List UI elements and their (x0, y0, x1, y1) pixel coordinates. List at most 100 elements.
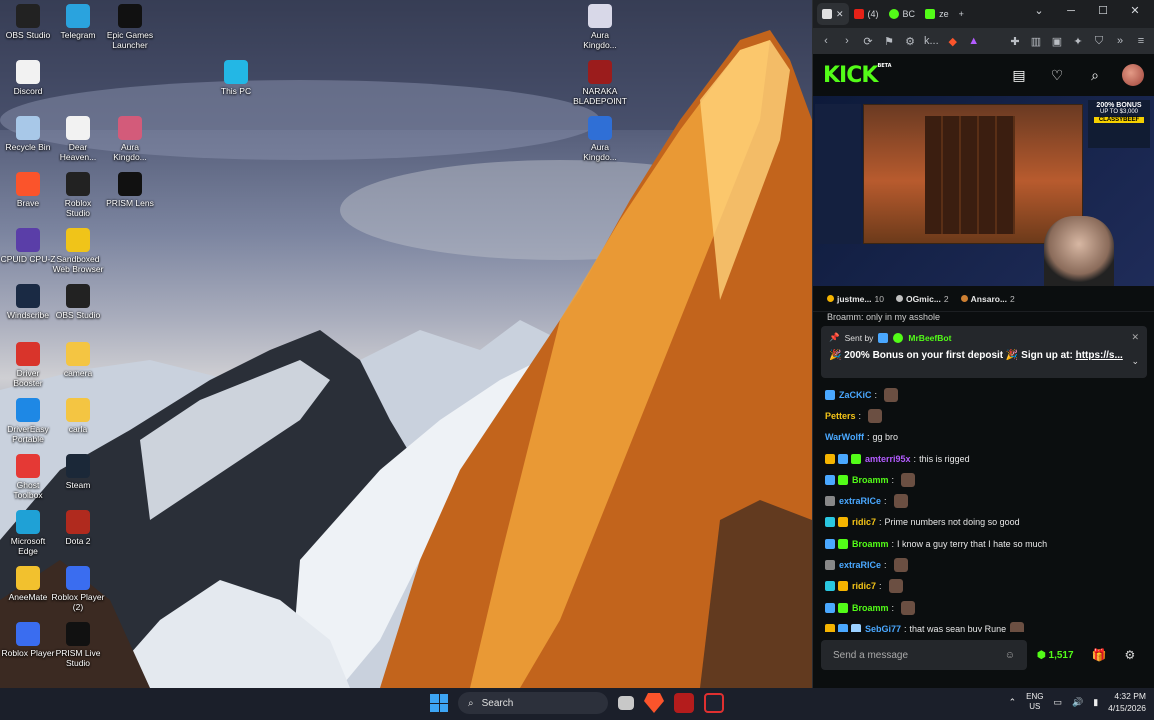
tab-bc[interactable]: BC (884, 3, 921, 25)
leaderboard-entry[interactable]: justme... 10 (827, 294, 884, 304)
desktop-icon[interactable]: Driver Booster (0, 342, 56, 388)
desktop-icon[interactable]: OBS Studio (0, 4, 56, 40)
extensions-icon[interactable]: ✚ (1008, 35, 1022, 48)
tab-youtube[interactable]: (4) (849, 3, 884, 25)
desktop-icon[interactable]: PRISM Live Studio (50, 622, 106, 668)
unpin-icon[interactable]: ✕ (1131, 332, 1139, 343)
taskbar-search[interactable]: ⌕ Search (458, 692, 608, 714)
battery-icon[interactable]: ▮ (1093, 697, 1098, 708)
desktop-icon[interactable]: Epic Games Launcher (102, 4, 158, 50)
tab-kick-2[interactable]: ze (920, 3, 954, 25)
send-message-input[interactable]: Send a message ☺ (821, 640, 1027, 670)
desktop-icon[interactable]: Dota 2 (50, 510, 106, 546)
tab-kick[interactable]: ✕ (817, 3, 849, 25)
reload-icon[interactable]: ⟳ (861, 35, 875, 48)
desktop-icon[interactable]: Aura Kingdo... (572, 116, 628, 162)
chat-username[interactable]: extraRICe (839, 560, 881, 570)
leaderboard-entry[interactable]: Ansaro... 2 (960, 294, 1015, 304)
desktop-icon[interactable]: Aura Kingdo... (572, 4, 628, 50)
wallet-icon[interactable]: ▣ (1050, 35, 1064, 48)
desktop-icon[interactable]: Recycle Bin (0, 116, 56, 152)
pinned-link[interactable]: https://s... (1076, 350, 1123, 361)
tray-overflow-chevron-icon[interactable]: ⌃ (1009, 697, 1017, 708)
maximize-button[interactable]: ☐ (1090, 4, 1116, 17)
desktop-icon[interactable]: Microsoft Edge (0, 510, 56, 556)
address-bar[interactable]: k... (924, 35, 939, 47)
gift-icon[interactable]: 🎁 (1092, 648, 1107, 662)
brave-icon[interactable] (644, 693, 664, 713)
desktop-icon[interactable]: CPUID CPU-Z (0, 228, 56, 264)
leo-ai-icon[interactable]: ✦ (1071, 35, 1085, 48)
input-language[interactable]: ENG US (1026, 692, 1043, 712)
chat-username[interactable]: SebGi77 (865, 624, 901, 632)
menu-icon[interactable]: ≡ (1134, 35, 1148, 47)
desktop-icon[interactable]: Aura Kingdo... (102, 116, 158, 162)
search-icon[interactable]: ⌕ (1084, 67, 1106, 84)
desktop-icon[interactable]: NARAKA BLADEPOINT (572, 60, 628, 106)
sidebar-icon[interactable]: ▥ (1029, 35, 1043, 48)
desktop-icon[interactable]: Windscribe (0, 284, 56, 320)
desktop-icon[interactable]: Steam (50, 454, 106, 490)
desktop-icon[interactable]: carla (50, 398, 106, 434)
pinned-message[interactable]: 📌 Sent by MrBeefBot 🎉 200% Bonus on your… (821, 326, 1147, 378)
brave-shields-icon[interactable]: ◆ (946, 35, 960, 48)
brave-rewards-icon[interactable]: ▲ (967, 35, 981, 47)
chat-username[interactable]: extraRICe (839, 496, 881, 506)
desktop-icon[interactable]: Roblox Studio (50, 172, 106, 218)
more-icon[interactable]: » (1113, 35, 1127, 47)
chat-username[interactable]: WarWolff (825, 432, 864, 442)
channel-points[interactable]: ⬢ 1,517 (1037, 650, 1074, 661)
vpn-icon[interactable]: ⛉ (1092, 35, 1106, 48)
desktop-icon[interactable]: AneeMate (0, 566, 56, 602)
desktop-icon[interactable]: DriverEasy Portable (0, 398, 56, 444)
naraka-icon[interactable] (674, 693, 694, 713)
clips-icon[interactable]: ▤ (1008, 67, 1030, 84)
volume-icon[interactable]: 🔊 (1072, 697, 1083, 708)
desktop-icon[interactable]: Roblox Player (2) (50, 566, 106, 612)
forward-icon[interactable]: › (840, 35, 854, 47)
desktop-icon[interactable]: Dear Heaven... (50, 116, 106, 162)
network-icon[interactable]: ▭ (1053, 697, 1062, 708)
chat-username[interactable]: amterri95x (865, 454, 911, 464)
minimize-button[interactable]: ─ (1058, 5, 1084, 17)
expand-chevron-icon[interactable]: ⌄ (1131, 356, 1139, 367)
new-tab-button[interactable]: + (954, 3, 969, 25)
bookmark-icon[interactable]: ⚑ (882, 35, 896, 48)
desktop-icon[interactable]: Discord (0, 60, 56, 96)
chat-username[interactable]: ridic7 (852, 581, 876, 591)
kick-logo[interactable]: KICKBETA (823, 63, 892, 88)
chat-username[interactable]: Petters (825, 411, 856, 421)
desktop-icon[interactable]: Telegram (50, 4, 106, 40)
chat-username[interactable]: ridic7 (852, 517, 876, 527)
chat-username[interactable]: Broamm (852, 539, 889, 549)
close-window-button[interactable]: ✕ (1122, 4, 1148, 17)
user-avatar[interactable] (1122, 64, 1144, 86)
back-icon[interactable]: ‹ (819, 35, 833, 47)
app-icon[interactable] (704, 693, 724, 713)
tab-list-chevron-icon[interactable]: ⌄ (1026, 4, 1052, 17)
tab-close-icon[interactable]: ✕ (836, 9, 844, 20)
chat-username[interactable]: ZaCKiC (839, 390, 872, 400)
desktop-icon[interactable]: This PC (208, 60, 264, 96)
start-button[interactable] (430, 694, 448, 712)
desktop-icon[interactable]: camera (50, 342, 106, 378)
chat-username[interactable]: Broamm (852, 475, 889, 485)
user-badge-icon (825, 538, 835, 549)
desktop-icon[interactable]: Roblox Player (0, 622, 56, 658)
leaderboard-entry[interactable]: OGmic... 2 (895, 294, 949, 304)
desktop-icon[interactable]: Brave (0, 172, 56, 208)
desktop-icon[interactable]: PRISM Lens (102, 172, 158, 208)
clock[interactable]: 4:32 PM 4/15/2026 (1108, 690, 1146, 714)
desktop-icon[interactable]: OBS Studio (50, 284, 106, 320)
file-explorer-icon[interactable] (618, 696, 634, 710)
chat-username[interactable]: Broamm (852, 603, 889, 613)
stream-video-player[interactable]: 200% BONUS UP TO $3,000 CLASSYBEEF (813, 96, 1154, 286)
pinned-sender[interactable]: MrBeefBot (908, 333, 951, 343)
chat-settings-icon[interactable]: ⚙ (1125, 648, 1136, 662)
site-settings-icon[interactable]: ⚙ (903, 35, 917, 48)
desktop-icon[interactable]: Ghost Toolbox (0, 454, 56, 500)
emoji-icon[interactable]: ☺ (1005, 650, 1015, 661)
desktop-icon[interactable]: Sandboxed Web Browser (50, 228, 106, 274)
following-heart-icon[interactable]: ♡ (1046, 67, 1068, 84)
user-badge-icon (838, 474, 848, 485)
